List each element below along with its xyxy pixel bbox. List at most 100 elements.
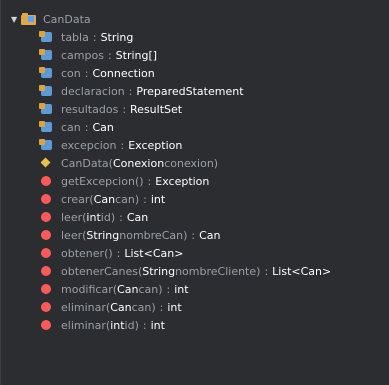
paren-close: ) [183, 228, 188, 242]
expand-caret-icon[interactable]: ▼ [11, 15, 21, 24]
method-icon [39, 283, 55, 295]
method-icon [39, 211, 55, 223]
type-separator: : [122, 102, 127, 116]
method-item[interactable]: eliminar(Can can): int [39, 298, 389, 316]
field-item[interactable]: resultados: ResultSet [39, 100, 389, 118]
field-name: declaracion [61, 84, 125, 98]
field-name: con [61, 66, 81, 80]
paren-close: ) [256, 264, 261, 278]
return-type: Can [126, 210, 149, 224]
navigator-panel: ▼ CanData tabla: String campos: String[] con… [0, 0, 389, 385]
paren-close: ) [134, 192, 140, 206]
type-separator: : [120, 138, 125, 152]
type-separator: : [128, 84, 133, 98]
param-type: String [142, 264, 176, 278]
field-name: can [61, 120, 81, 134]
method-item[interactable]: crear(Can can): int [39, 190, 389, 208]
method-item[interactable]: obtenerCanes(String nombreCliente): List<… [39, 262, 389, 280]
field-icon [39, 121, 55, 133]
return-type: int [150, 192, 166, 206]
class-folder-icon [21, 13, 37, 25]
field-type: Can [92, 120, 114, 134]
method-icon [39, 301, 55, 313]
field-item[interactable]: declaracion: PreparedStatement [39, 82, 389, 100]
paren-close: ) [110, 210, 116, 224]
return-type: int [150, 318, 165, 332]
method-name: eliminar [61, 300, 106, 314]
constructor-icon [39, 157, 55, 169]
field-type: String [100, 30, 134, 44]
root-node[interactable]: ▼ CanData [11, 10, 389, 28]
paren-close: ) [134, 318, 139, 332]
method-icon [39, 175, 55, 187]
method-icon [39, 229, 55, 241]
field-name: campos [61, 48, 104, 62]
method-item[interactable]: obtener(): List<Can> [39, 244, 389, 262]
field-item[interactable]: can: Can [39, 118, 389, 136]
paren-close: ) [158, 282, 163, 296]
constructor-item[interactable]: CanData(Conexion conexion) [39, 154, 389, 172]
field-name: excepcion [61, 138, 117, 152]
param-name: nombreCliente [175, 264, 257, 278]
field-icon [39, 67, 55, 79]
type-separator: : [84, 120, 89, 134]
type-separator: : [191, 228, 196, 242]
field-icon [39, 139, 55, 151]
param-name: nombreCan [119, 228, 184, 242]
method-icon [39, 193, 55, 205]
field-icon [39, 103, 55, 115]
method-item[interactable]: eliminar(int id): int [39, 316, 389, 334]
type-separator: : [92, 30, 97, 44]
paren-close: ) [151, 300, 156, 314]
field-name: resultados [61, 102, 119, 116]
method-name: modificar [61, 282, 113, 296]
field-type: Exception [128, 138, 183, 152]
type-separator: : [143, 192, 147, 206]
type-separator: : [142, 318, 147, 332]
field-item[interactable]: campos: String[] [39, 46, 389, 64]
return-type: List<Can> [124, 246, 184, 260]
method-name: leer [61, 228, 83, 242]
param-type: Can [93, 192, 116, 206]
method-icon [39, 265, 55, 277]
method-name: obtener [61, 246, 105, 260]
param-name: conexion [164, 156, 214, 170]
field-icon [39, 85, 55, 97]
field-item[interactable]: con: Connection [39, 64, 389, 82]
param-type: Conexion [112, 156, 165, 170]
field-item[interactable]: excepcion: Exception [39, 136, 389, 154]
type-separator: : [84, 66, 89, 80]
method-item[interactable]: getExcepcion(): Exception [39, 172, 389, 190]
param-name: id [100, 210, 111, 224]
paren-close: ) [139, 174, 144, 188]
method-icon [39, 319, 55, 331]
field-item[interactable]: tabla: String [39, 28, 389, 46]
type-separator: : [116, 246, 121, 260]
method-name: leer [61, 210, 83, 224]
method-item[interactable]: leer(String nombreCan): Can [39, 226, 389, 244]
param-name: can [138, 282, 159, 296]
type-separator: : [264, 264, 269, 278]
type-separator: : [147, 174, 152, 188]
paren-close: ) [213, 156, 219, 170]
field-type: PreparedStatement [136, 84, 244, 98]
return-type: int [174, 282, 189, 296]
method-item[interactable]: leer(int id): Can [39, 208, 389, 226]
param-name: can [115, 192, 135, 206]
field-icon [39, 31, 55, 43]
return-type: Exception [155, 174, 210, 188]
return-type: int [167, 300, 182, 314]
field-name: tabla [61, 30, 89, 44]
return-type: List<Can> [272, 264, 332, 278]
field-icon [39, 49, 55, 61]
param-name: id [124, 318, 135, 332]
type-separator: : [159, 300, 164, 314]
param-type: Can [117, 282, 139, 296]
field-type: Connection [92, 66, 155, 80]
param-type: int [110, 318, 125, 332]
method-item[interactable]: modificar(Can can): int [39, 280, 389, 298]
method-name: crear [61, 192, 90, 206]
field-type: String[] [115, 48, 158, 62]
field-type: ResultSet [130, 102, 183, 116]
type-separator: : [166, 282, 171, 296]
